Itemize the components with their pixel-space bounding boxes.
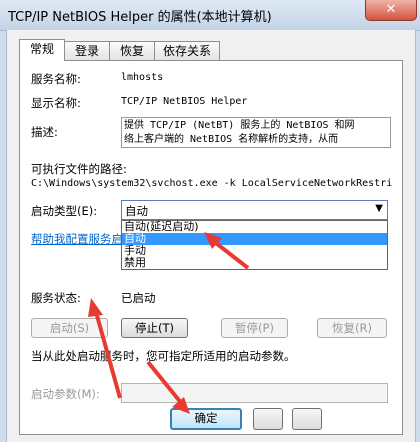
startup-params-input[interactable]	[121, 383, 388, 403]
startup-type-dropdown: 自动(延迟启动) 自动 手动 禁用	[121, 220, 388, 270]
ok-button[interactable]: 确定	[170, 408, 242, 430]
start-button[interactable]: 启动(S)	[31, 318, 108, 338]
cancel-button[interactable]	[253, 408, 283, 430]
general-panel: 服务名称: lmhosts 显示名称: TCP/IP NetBIOS Helpe…	[19, 60, 403, 435]
properties-dialog: 常规 登录 恢复 依存关系 服务名称: lmhosts 显示名称: TCP/IP…	[6, 30, 416, 442]
startup-params-hint: 当从此处启动服务时，您可指定所适用的启动参数。	[31, 349, 296, 363]
description-line-2: 络上客户端的 NetBIOS 名称解析的支持，从而	[124, 134, 339, 145]
window-title: TCP/IP NetBIOS Helper 的属性(本地计算机)	[8, 10, 272, 25]
pause-button[interactable]: 暂停(P)	[221, 318, 288, 338]
help-configure-link[interactable]: 帮助我配置服务启动	[31, 231, 135, 247]
resume-button[interactable]: 恢复(R)	[317, 318, 387, 338]
stop-button[interactable]: 停止(T)	[121, 318, 188, 338]
chevron-down-icon[interactable]: ▼	[375, 203, 383, 214]
startup-type-select[interactable]: 自动 ▼	[121, 200, 388, 220]
startup-params-label: 启动参数(M):	[31, 387, 100, 401]
dropdown-option-auto-delayed[interactable]: 自动(延迟启动)	[122, 221, 387, 233]
apply-button[interactable]	[292, 408, 322, 430]
status-value: 已启动	[121, 291, 156, 305]
description-label: 描述:	[31, 125, 58, 139]
tab-general[interactable]: 常规	[19, 39, 65, 61]
dropdown-option-disabled[interactable]: 禁用	[122, 257, 387, 269]
description-line-1: 提供 TCP/IP (NetBT) 服务上的 NetBIOS 和网	[124, 120, 355, 131]
tab-logon[interactable]: 登录	[64, 41, 110, 60]
service-name-value: lmhosts	[121, 72, 164, 83]
title-bar: TCP/IP NetBIOS Helper 的属性(本地计算机) ✕	[0, 0, 420, 31]
status-label: 服务状态:	[31, 291, 81, 305]
display-name-label: 显示名称:	[31, 96, 81, 110]
exe-path-value: C:\Windows\system32\svchost.exe -k Local…	[31, 178, 393, 189]
dropdown-option-auto[interactable]: 自动	[122, 233, 387, 245]
close-button[interactable]: ✕	[365, 0, 417, 21]
tab-dependencies[interactable]: 依存关系	[154, 41, 220, 60]
tab-recovery[interactable]: 恢复	[109, 41, 155, 60]
startup-type-value: 自动	[125, 204, 148, 218]
exe-path-label: 可执行文件的路径:	[31, 162, 127, 176]
display-name-value: TCP/IP NetBIOS Helper	[121, 96, 248, 107]
startup-type-label: 启动类型(E):	[31, 204, 98, 218]
service-name-label: 服务名称:	[31, 72, 81, 86]
dropdown-option-manual[interactable]: 手动	[122, 245, 387, 257]
description-box[interactable]: 提供 TCP/IP (NetBT) 服务上的 NetBIOS 和网 络上客户端的…	[121, 117, 391, 148]
